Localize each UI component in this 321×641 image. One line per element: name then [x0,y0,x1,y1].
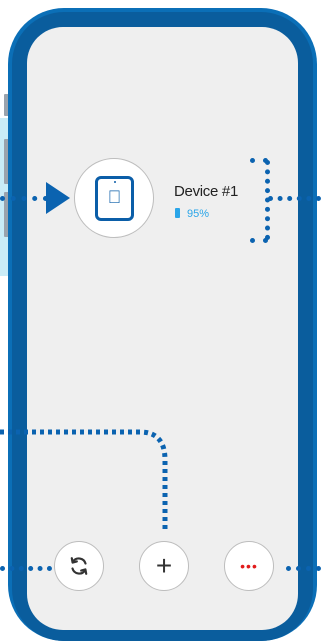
camera-dot [113,181,116,183]
battery-icon [175,208,180,218]
device-name[interactable]: Device #1 [174,183,238,200]
plus-icon: + [155,550,173,581]
device-avatar[interactable]:  [74,158,154,238]
callout-line [0,196,48,201]
callout-line [286,566,321,571]
apple-logo-icon:  [98,187,131,207]
battery-percent: 95% [187,208,210,220]
add-button[interactable]: + [139,541,189,591]
refresh-icon [70,557,88,575]
more-dots-icon: ••• [240,558,258,574]
pointer-arrow [46,182,70,214]
callout-line [0,566,52,571]
callout-bracket [265,160,270,240]
refresh-button[interactable] [54,541,104,591]
callout-line [268,196,321,201]
callout-bracket-top [250,158,268,163]
more-button[interactable]: ••• [224,541,274,591]
phone-screen [27,27,298,630]
callout-bracket-bottom [250,238,268,243]
tablet-apple-icon:  [95,176,134,221]
